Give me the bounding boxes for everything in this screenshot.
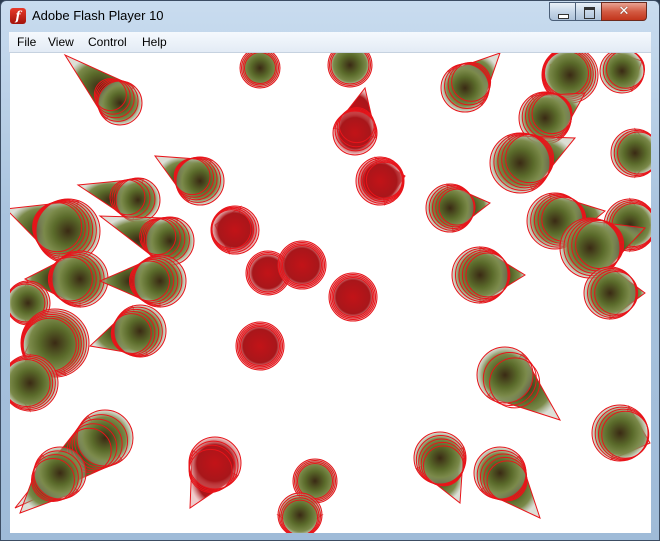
close-icon: ✕ bbox=[618, 4, 630, 19]
title-bar[interactable]: f Adobe Flash Player 10 ✕ bbox=[1, 1, 659, 31]
spinning-cone-shape bbox=[210, 205, 260, 255]
spinning-cone-shape bbox=[473, 446, 541, 519]
spinning-cone-shape bbox=[591, 404, 651, 462]
menu-view[interactable]: View bbox=[46, 35, 76, 49]
spinning-cone-shape bbox=[19, 446, 87, 514]
spinning-cone-shape bbox=[239, 53, 281, 89]
spinning-cone-shape bbox=[451, 246, 526, 304]
spinning-cone-shape bbox=[327, 53, 373, 88]
menu-help[interactable]: Help bbox=[140, 35, 169, 49]
spinning-cone-shape bbox=[332, 86, 378, 156]
spinning-cone-shape bbox=[188, 436, 242, 509]
maximize-icon bbox=[584, 7, 595, 19]
spinning-cone-shape bbox=[355, 156, 406, 206]
spinning-cone-shape bbox=[610, 127, 651, 179]
menu-bar: File View Control Help bbox=[9, 32, 651, 53]
spinning-cone-shape bbox=[98, 254, 187, 308]
spinning-cone-shape bbox=[425, 183, 491, 233]
spinning-cone-shape bbox=[440, 53, 501, 113]
spinning-cone-shape bbox=[476, 346, 562, 421]
window-title: Adobe Flash Player 10 bbox=[32, 8, 164, 23]
close-button[interactable]: ✕ bbox=[601, 2, 647, 21]
spinning-cone-shape bbox=[88, 304, 167, 358]
minimize-button[interactable] bbox=[549, 2, 576, 21]
spinning-cone-shape bbox=[277, 240, 327, 290]
spinning-cone-shape bbox=[328, 272, 378, 322]
menu-control[interactable]: Control bbox=[86, 35, 129, 49]
menu-file[interactable]: File bbox=[15, 35, 38, 49]
spinning-cone-shape bbox=[489, 132, 577, 194]
minimize-icon bbox=[558, 14, 569, 19]
spinning-cone-shape bbox=[583, 266, 646, 320]
maximize-button[interactable] bbox=[575, 2, 602, 21]
spinning-cone-shape bbox=[63, 53, 143, 126]
cone-fill bbox=[328, 53, 372, 87]
flash-app-icon: f bbox=[10, 8, 26, 24]
spinning-cone-shape bbox=[98, 215, 195, 266]
spinning-cone-shape bbox=[413, 431, 467, 504]
flash-player-window: f Adobe Flash Player 10 ✕ File View Cont… bbox=[0, 0, 660, 541]
spinning-cone-shape bbox=[276, 492, 324, 533]
spinning-cone-shape bbox=[235, 321, 285, 371]
flash-stage[interactable] bbox=[10, 53, 651, 533]
spinning-cone-shape bbox=[153, 155, 225, 206]
spinning-cone-shape bbox=[599, 53, 645, 94]
stage-canvas bbox=[10, 53, 651, 533]
